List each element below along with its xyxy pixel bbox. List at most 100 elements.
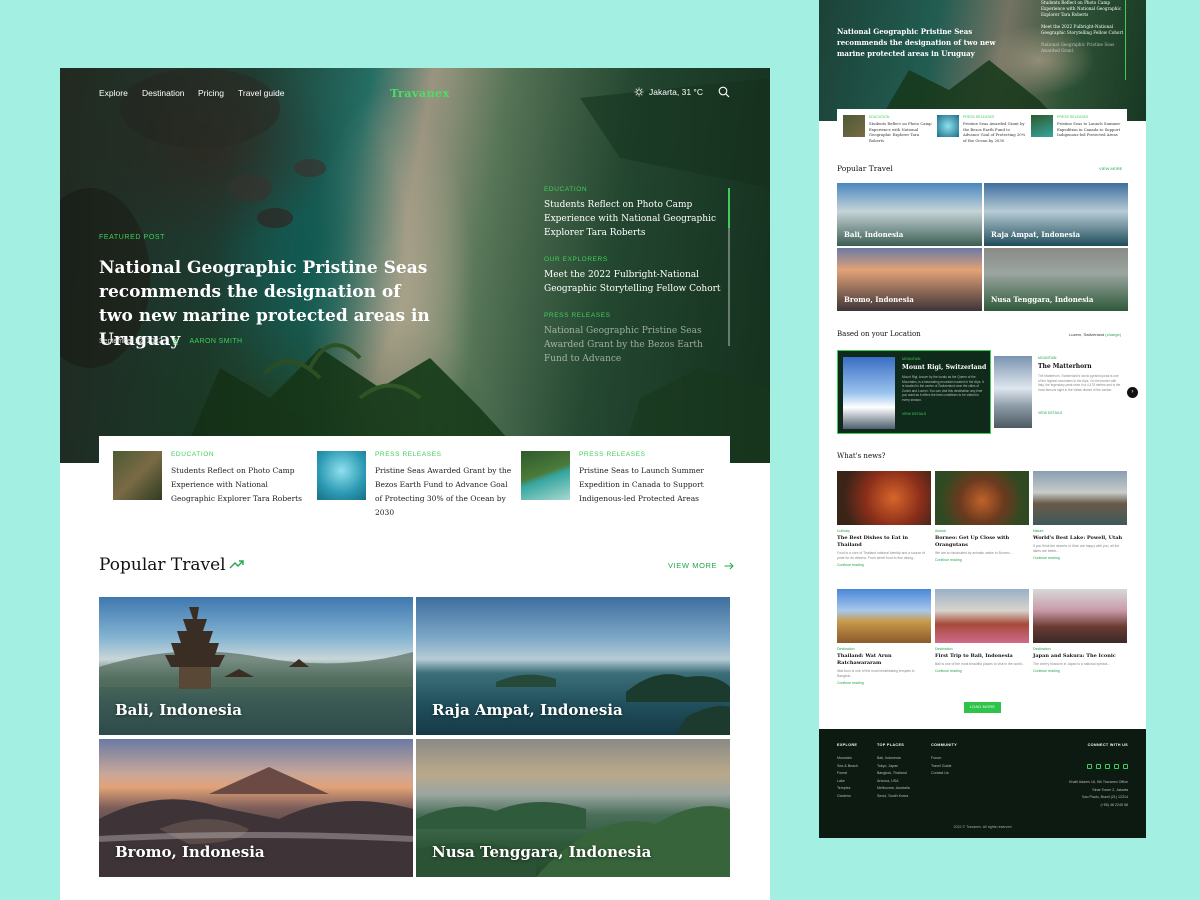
footer-connect: CONNECT WITH US Khalil Adams 18, 5th Tra… bbox=[1044, 743, 1128, 810]
footer-link[interactable]: Tokyo, Japan bbox=[877, 764, 910, 768]
location-selector[interactable]: Luzern, Switzerland (change) bbox=[1069, 332, 1121, 337]
news-card[interactable]: Animal Borneo: Get Up Close with Orangut… bbox=[935, 471, 1029, 562]
destination-card-nusa-tenggara[interactable]: Nusa Tenggara, Indonesia bbox=[416, 739, 730, 877]
footer-link[interactable]: Sea & Beach bbox=[837, 764, 858, 768]
mini-view-more[interactable]: VIEW MORE bbox=[1099, 166, 1122, 171]
mini-side-title[interactable]: National Geographic Pristine Seas Awarde… bbox=[1041, 42, 1131, 54]
news-excerpt: If you think the deserts of Utah are hap… bbox=[1033, 544, 1120, 553]
featured-date: September 22, 2022 bbox=[99, 338, 163, 345]
footer-link[interactable]: Mountain bbox=[837, 756, 858, 760]
brand-logo[interactable]: Travanex bbox=[390, 86, 450, 100]
side-item[interactable]: OUR EXPLORERS Meet the 2022 Fulbright-Na… bbox=[544, 256, 729, 296]
location-details-link[interactable]: VIEW DETAILS bbox=[1038, 411, 1122, 415]
footer-link[interactable]: Gardens bbox=[837, 794, 858, 798]
footer-link[interactable]: Contact Us bbox=[931, 771, 957, 775]
load-more-button[interactable]: LOAD MORE bbox=[964, 702, 1001, 713]
article-category: PRESS RELEASES bbox=[579, 451, 646, 458]
nav-pricing[interactable]: Pricing bbox=[198, 88, 224, 98]
article-cards: EDUCATION Students Reflect on Photo Camp… bbox=[99, 436, 730, 517]
footer-link[interactable]: Travel Guide bbox=[931, 764, 957, 768]
footer-link[interactable]: Melbourne, Australia bbox=[877, 786, 910, 790]
news-continue-link[interactable]: Continue reading bbox=[1033, 556, 1127, 560]
location-thumbnail bbox=[843, 357, 895, 429]
article-card[interactable]: EDUCATION Students Reflect on Photo Camp… bbox=[113, 451, 308, 516]
news-excerpt: The cherry blossom in Japan is a nationa… bbox=[1033, 662, 1111, 666]
mini-article-card[interactable]: EDUCATION Students Reflect on Photo Camp … bbox=[843, 115, 933, 145]
location-excerpt: The Matterhorn, Switzerland's iconic pyr… bbox=[1038, 374, 1121, 392]
news-continue-link[interactable]: Continue reading bbox=[837, 681, 931, 685]
featured-author[interactable]: AARON SMITH bbox=[189, 338, 242, 345]
popular-travel-heading: Popular Travel bbox=[99, 555, 226, 575]
mini-article-card[interactable]: PRESS RELEASES Pristine Seas to Launch Su… bbox=[1031, 115, 1121, 145]
social-icons bbox=[1044, 756, 1128, 774]
view-more-link[interactable]: VIEW MORE bbox=[668, 561, 734, 570]
article-card[interactable]: PRESS RELEASES Pristine Seas to Launch S… bbox=[521, 451, 716, 516]
destination-card-raja-ampat[interactable]: Raja Ampat, Indonesia bbox=[416, 597, 730, 735]
footer-heading: TOP PLACES bbox=[877, 743, 905, 747]
nav-explore[interactable]: Explore bbox=[99, 88, 128, 98]
news-excerpt: Food is a core of Thailand national iden… bbox=[837, 551, 925, 560]
footer-link[interactable]: Arizona, USA bbox=[877, 779, 910, 783]
news-continue-link[interactable]: Continue reading bbox=[1033, 669, 1127, 673]
news-heading: What's news? bbox=[837, 452, 886, 460]
news-excerpt: Bali is one of the most beautiful places… bbox=[935, 662, 1025, 666]
location-card-active[interactable]: MOUNTAIN Mount Rigi, Switzerland Mount R… bbox=[837, 350, 991, 434]
article-card[interactable]: PRESS RELEASES Pristine Seas Awarded Gra… bbox=[317, 451, 512, 517]
news-image bbox=[935, 589, 1029, 643]
instagram-icon[interactable] bbox=[1114, 764, 1119, 769]
linkedin-icon[interactable] bbox=[1096, 764, 1101, 769]
news-continue-link[interactable]: Continue reading bbox=[935, 669, 1029, 673]
news-excerpt: We are so fascinated by animals native t… bbox=[935, 551, 1013, 555]
footer-link[interactable]: Lake bbox=[837, 779, 858, 783]
news-continue-link[interactable]: Continue reading bbox=[935, 558, 1029, 562]
side-item[interactable]: EDUCATION Students Reflect on Photo Camp… bbox=[544, 186, 729, 240]
arrow-right-icon bbox=[724, 562, 734, 569]
destination-card-bali[interactable]: Bali, Indonesia bbox=[99, 597, 413, 735]
mini-thumbnail bbox=[937, 115, 959, 137]
mail-icon[interactable] bbox=[1123, 764, 1128, 769]
mini-destination-card[interactable]: Raja Ampat, Indonesia bbox=[984, 183, 1128, 246]
search-icon[interactable] bbox=[718, 86, 730, 98]
news-card[interactable]: Destination First Trip to Bali, Indonesi… bbox=[935, 589, 1029, 673]
footer-link[interactable]: Bali, Indonesia bbox=[877, 756, 910, 760]
footer-link[interactable]: Bangkok, Thailand bbox=[877, 771, 910, 775]
mini-destination-card[interactable]: Nusa Tenggara, Indonesia bbox=[984, 248, 1128, 311]
location-details-link[interactable]: VIEW DETAILS bbox=[902, 412, 987, 416]
twitter-icon[interactable] bbox=[1087, 764, 1092, 769]
footer: EXPLORE Mountain Sea & Beach Forest Lake… bbox=[819, 729, 1146, 838]
mini-card-category: PRESS RELEASES bbox=[1057, 115, 1089, 119]
news-continue-link[interactable]: Continue reading bbox=[837, 563, 931, 567]
user-icon bbox=[173, 338, 179, 345]
weather-widget: Jakarta, 31 °C bbox=[634, 87, 703, 97]
footer-link[interactable]: Forum bbox=[931, 756, 957, 760]
destination-card-bromo[interactable]: Bromo, Indonesia bbox=[99, 739, 413, 877]
mini-card-title: Pristine Seas to Launch Summer Expeditio… bbox=[1057, 121, 1121, 137]
side-item-category: OUR EXPLORERS bbox=[544, 256, 608, 263]
news-card[interactable]: Nature World's Best Lake: Powell, Utah I… bbox=[1033, 471, 1127, 560]
news-card[interactable]: Culinary The Best Dishes to Eat in Thail… bbox=[837, 471, 931, 567]
footer-link[interactable]: Seoul, South Korea bbox=[877, 794, 910, 798]
side-item[interactable]: PRESS RELEASES National Geographic Prist… bbox=[544, 312, 729, 366]
facebook-icon[interactable] bbox=[1105, 764, 1110, 769]
nav-destination[interactable]: Destination bbox=[142, 88, 185, 98]
featured-meta: September 22, 2022 AARON SMITH bbox=[99, 338, 242, 345]
mini-destination-card[interactable]: Bali, Indonesia bbox=[837, 183, 982, 246]
top-navigation: Explore Destination Pricing Travel guide… bbox=[60, 68, 770, 118]
mini-destination-card[interactable]: Bromo, Indonesia bbox=[837, 248, 982, 311]
side-item-category: PRESS RELEASES bbox=[544, 312, 611, 319]
footer-link[interactable]: Temples bbox=[837, 786, 858, 790]
mini-side-title[interactable]: Meet the 2022 Fulbright-National Geograp… bbox=[1041, 24, 1131, 36]
news-card[interactable]: Destination Japan and Sakura: The Iconic… bbox=[1033, 589, 1127, 673]
mini-article-card[interactable]: PRESS RELEASES Pristine Seas Awarded Gran… bbox=[937, 115, 1027, 145]
mini-hero-title[interactable]: National Geographic Pristine Seas recomm… bbox=[837, 26, 997, 59]
carousel-next-button[interactable]: › bbox=[1127, 387, 1138, 398]
news-card[interactable]: Destination Thailand: Wat Arun Ratchawar… bbox=[837, 589, 931, 685]
location-change-link[interactable]: (change) bbox=[1105, 332, 1121, 337]
location-category: MOUNTAIN bbox=[1038, 356, 1057, 360]
hero-side-list: EDUCATION Students Reflect on Photo Camp… bbox=[544, 186, 729, 382]
mini-side-title[interactable]: Students Reflect on Photo Camp Experienc… bbox=[1041, 0, 1131, 18]
location-card[interactable]: MOUNTAIN The Matterhorn The Matterhorn, … bbox=[994, 350, 1124, 434]
nav-travel-guide[interactable]: Travel guide bbox=[238, 88, 284, 98]
footer-link[interactable]: Forest bbox=[837, 771, 858, 775]
destination-label: Raja Ampat, Indonesia bbox=[432, 701, 623, 719]
